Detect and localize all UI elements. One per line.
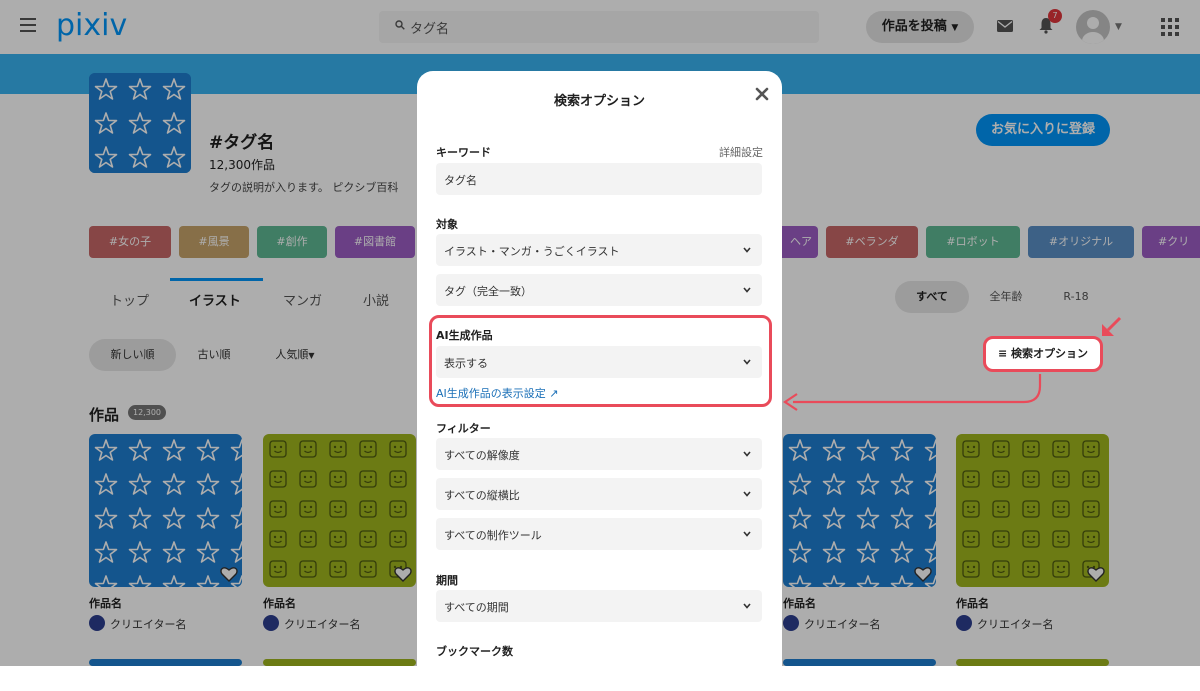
modal-title: 検索オプション (553, 94, 645, 109)
detail-settings-link[interactable]: 詳細設定 (719, 144, 763, 160)
resolution-select[interactable]: すべての解像度 (436, 438, 762, 470)
aspect-ratio-value: すべての縦横比 (444, 489, 520, 502)
annotation-arrows (783, 316, 1122, 411)
target-select[interactable]: イラスト・マンガ・うごくイラスト (436, 234, 762, 266)
keyword-input[interactable]: タグ名 (436, 163, 762, 195)
chevron-down-icon (743, 287, 751, 293)
chevron-down-icon (743, 491, 751, 497)
match-value: タグ（完全一致） (444, 285, 532, 298)
period-label: 期間 (436, 574, 458, 587)
resolution-value: すべての解像度 (444, 449, 520, 462)
match-select[interactable]: タグ（完全一致） (436, 274, 762, 306)
bookmark-count-label: ブックマーク数 (436, 645, 513, 658)
period-value: すべての期間 (444, 601, 509, 614)
tool-select[interactable]: すべての制作ツール (436, 518, 762, 550)
target-value: イラスト・マンガ・うごくイラスト (444, 245, 620, 258)
keyword-label: キーワード (436, 146, 491, 159)
chevron-down-icon (743, 531, 751, 537)
close-icon[interactable] (753, 85, 771, 103)
filter-label: フィルター (436, 422, 491, 435)
chevron-down-icon (743, 603, 751, 609)
target-label: 対象 (436, 218, 458, 231)
ai-section-highlight (429, 315, 772, 407)
tool-value: すべての制作ツール (444, 529, 542, 542)
chevron-down-icon (743, 451, 751, 457)
aspect-ratio-select[interactable]: すべての縦横比 (436, 478, 762, 510)
period-select[interactable]: すべての期間 (436, 590, 762, 622)
keyword-value: タグ名 (444, 174, 477, 187)
chevron-down-icon (743, 247, 751, 253)
